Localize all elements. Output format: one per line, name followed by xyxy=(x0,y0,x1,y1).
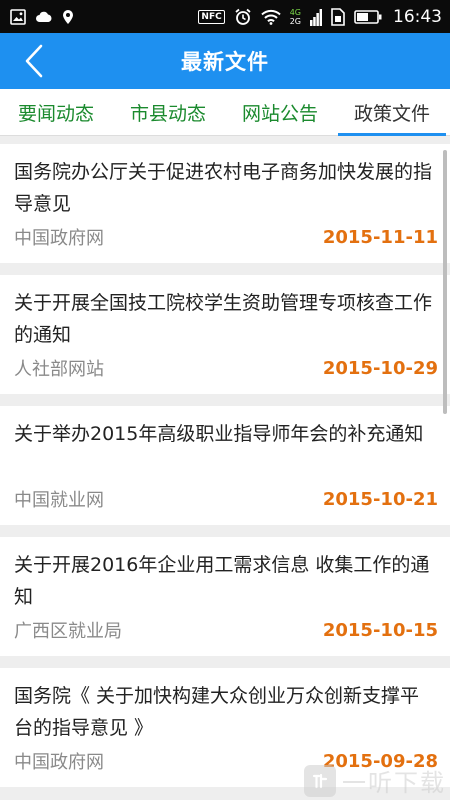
network-type-bottom: 2G xyxy=(289,16,301,26)
network-type-indicator: 4G 2G xyxy=(290,8,301,26)
list-item[interactable]: 关于开展全国技工院校学生资助管理专项核查工作的通知 人社部网站 2015-10-… xyxy=(0,275,450,394)
list-item[interactable]: 关于开展2016年企业用工需求信息 收集工作的通知 广西区就业局 2015-10… xyxy=(0,537,450,656)
tab-divider xyxy=(0,136,450,144)
tab-site-announcements[interactable]: 网站公告 xyxy=(224,89,336,135)
article-source: 广西区就业局 xyxy=(14,621,122,642)
article-date: 2015-10-15 xyxy=(322,619,438,641)
article-source: 人社部网站 xyxy=(14,359,104,380)
tab-headline-news[interactable]: 要闻动态 xyxy=(0,89,112,135)
sim-icon xyxy=(331,7,345,26)
article-title: 关于举办2015年高级职业指导师年会的补充通知 xyxy=(14,423,424,445)
article-title: 国务院《 关于加快构建大众创业万众创新支撑平台的指导意见 》 xyxy=(14,685,420,739)
list-item[interactable]: 关于举办2015年高级职业指导师年会的补充通知 中国就业网 2015-10-21 xyxy=(0,406,450,525)
status-time: 16:43 xyxy=(393,6,442,27)
cloud-icon xyxy=(35,10,53,24)
list-scrollbar[interactable] xyxy=(443,150,447,414)
status-bar-left xyxy=(10,8,74,25)
article-title: 关于开展2016年企业用工需求信息 收集工作的通知 xyxy=(14,554,430,608)
app-bar: 最新文件 xyxy=(0,33,450,89)
chevron-left-icon xyxy=(25,44,43,78)
watermark-text: 一听下载 xyxy=(342,769,446,797)
back-button[interactable] xyxy=(14,41,54,81)
tab-city-county-news[interactable]: 市县动态 xyxy=(112,89,224,135)
nfc-icon: NFC xyxy=(198,9,225,24)
tab-policy-documents[interactable]: 政策文件 xyxy=(336,89,448,136)
wifi-icon xyxy=(261,9,281,25)
alarm-icon xyxy=(234,8,252,26)
article-meta: 广西区就业局 2015-10-15 xyxy=(14,617,438,643)
article-title: 国务院办公厅关于促进农村电子商务加快发展的指导意见 xyxy=(14,161,433,215)
list-item[interactable]: 国务院办公厅关于促进农村电子商务加快发展的指导意见 中国政府网 2015-11-… xyxy=(0,144,450,263)
article-source: 中国政府网 xyxy=(14,228,104,249)
article-meta: 中国政府网 2015-11-11 xyxy=(14,224,438,250)
article-list[interactable]: 国务院办公厅关于促进农村电子商务加快发展的指导意见 中国政府网 2015-11-… xyxy=(0,144,450,800)
article-date: 2015-10-29 xyxy=(322,357,438,379)
location-icon xyxy=(62,9,74,25)
watermark-logo-icon xyxy=(304,764,336,797)
page-title: 最新文件 xyxy=(181,50,269,74)
status-bar: NFC 4G 2G 16:43 xyxy=(0,0,450,33)
status-bar-right: NFC 4G 2G 16:43 xyxy=(198,7,442,27)
image-icon xyxy=(10,8,26,25)
tab-bar: 要闻动态 市县动态 网站公告 政策文件 xyxy=(0,89,450,136)
watermark: 一听下载 xyxy=(304,763,446,798)
signal-icon xyxy=(310,8,322,26)
article-source: 中国就业网 xyxy=(14,490,104,511)
article-date: 2015-11-11 xyxy=(322,226,438,248)
article-title: 关于开展全国技工院校学生资助管理专项核查工作的通知 xyxy=(14,292,433,346)
article-meta: 中国就业网 2015-10-21 xyxy=(14,486,438,512)
network-type-top: 4G xyxy=(289,7,301,17)
article-meta: 人社部网站 2015-10-29 xyxy=(14,355,438,381)
battery-icon xyxy=(354,9,382,24)
article-source: 中国政府网 xyxy=(14,752,104,773)
article-date: 2015-10-21 xyxy=(322,488,438,510)
